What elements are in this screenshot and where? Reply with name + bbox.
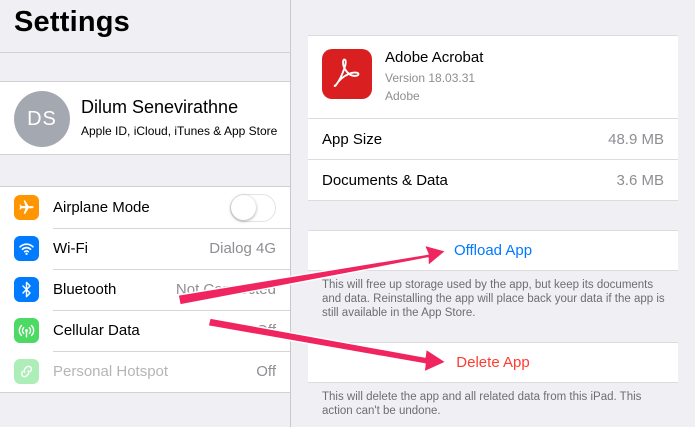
profile-name: Dilum Senevirathne [81,97,239,117]
sidebar-item-label: Personal Hotspot [53,363,169,380]
app-detail-pane: Adobe Acrobat Version 18.03.31 Adobe App… [291,0,695,427]
app-size-label: App Size [322,131,383,148]
cellular-status-value: Off [256,322,276,339]
acrobat-logo-icon [322,49,372,99]
sidebar-item-airplane-mode[interactable]: Airplane Mode [0,187,290,228]
documents-data-row: Documents & Data 3.6 MB [308,159,678,200]
sidebar-item-label: Wi-Fi [53,240,88,257]
page-title: Settings [14,6,130,38]
app-vendor: Adobe [385,89,420,103]
delete-app-description: This will delete the app and all related… [322,391,642,417]
app-info-card: Adobe Acrobat Version 18.03.31 Adobe App… [308,35,678,201]
wifi-network-value: Dialog 4G [209,240,276,257]
hotspot-icon [14,359,39,384]
bluetooth-icon [14,277,39,302]
documents-data-label: Documents & Data [322,172,448,189]
sidebar-item-label: Bluetooth [53,281,117,298]
app-header: Adobe Acrobat Version 18.03.31 Adobe [308,36,678,118]
sidebar-item-label: Cellular Data [53,322,140,339]
profile-row[interactable]: DS Dilum Senevirathne Apple ID, iCloud, … [0,81,290,155]
delete-app-button[interactable]: Delete App [308,342,678,383]
sidebar-item-cellular-data[interactable]: Cellular Data Off [0,310,290,351]
bluetooth-status-value: Not Connected [175,281,276,298]
sidebar-item-wifi[interactable]: Wi-Fi Dialog 4G [0,228,290,269]
cellular-icon [14,318,39,343]
sidebar-item-label: Airplane Mode [53,199,150,216]
app-size-row: App Size 48.9 MB [308,118,678,159]
toggle-knob [231,195,256,220]
offload-app-description: This will free up storage used by the ap… [322,279,665,319]
hotspot-status-value: Off [256,363,276,380]
title-divider [0,52,290,53]
airplane-mode-toggle[interactable] [230,194,276,222]
airplane-icon [14,195,39,220]
documents-data-value: 3.6 MB [616,172,664,189]
settings-sidebar: Settings DS Dilum Senevirathne Apple ID,… [0,0,290,427]
avatar: DS [14,91,70,147]
app-name: Adobe Acrobat [385,49,484,66]
app-size-value: 48.9 MB [608,131,664,148]
sidebar-item-personal-hotspot[interactable]: Personal Hotspot Off [0,351,290,392]
wifi-icon [14,236,39,261]
settings-list: Airplane Mode Wi-Fi Dialog 4G Bluetooth … [0,186,290,393]
app-version: Version 18.03.31 [385,71,476,85]
profile-subtitle: Apple ID, iCloud, iTunes & App Store [81,124,278,138]
offload-app-button[interactable]: Offload App [308,230,678,271]
sidebar-item-bluetooth[interactable]: Bluetooth Not Connected [0,269,290,310]
